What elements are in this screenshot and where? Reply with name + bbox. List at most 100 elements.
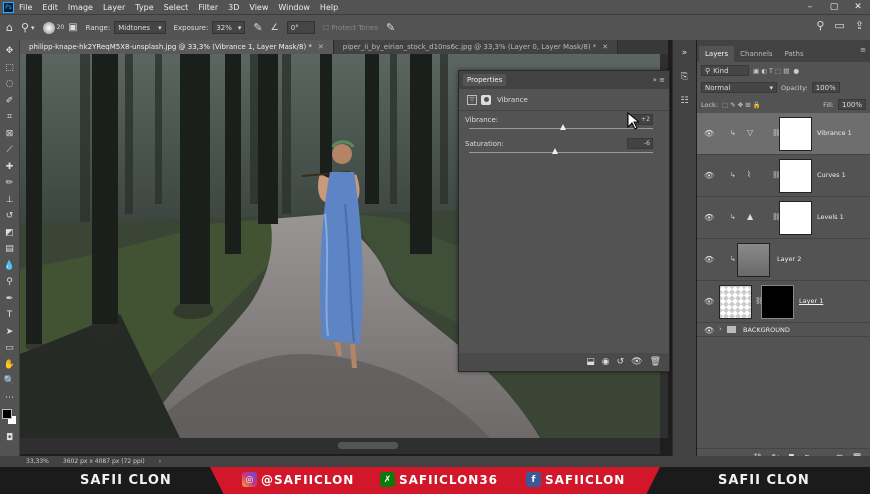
move-tool-icon[interactable]: ✥ [2,44,18,58]
layer-name[interactable]: Layer 1 [799,297,823,305]
layer-name[interactable]: Curves 1 [817,171,846,179]
menu-help[interactable]: Help [320,3,338,12]
healing-tool-icon[interactable]: ✚ [2,160,18,174]
layer-group-row[interactable]: 👁 › BACKGROUND [697,323,870,337]
history-brush-icon[interactable]: ↺ [2,209,18,223]
expand-arrow-icon[interactable]: › [719,325,722,333]
quick-select-tool-icon[interactable]: ✐ [2,94,18,108]
group-name[interactable]: BACKGROUND [743,326,790,334]
menu-filter[interactable]: Filter [198,3,218,12]
opacity-input[interactable]: 100% [811,82,840,93]
airbrush-icon[interactable]: ✎ [253,21,262,34]
lock-icons[interactable]: ⬚ ✎ ✥ ⊞ 🔒 [722,101,761,109]
saturation-track[interactable] [469,152,653,153]
eye-icon[interactable]: 👁 [704,213,714,222]
clip-to-layer-icon[interactable]: ⬓ [586,357,595,367]
layer-row[interactable]: 👁 ↳ ▲ ⛓ Levels 1 [697,197,870,239]
scroll-thumb[interactable] [338,442,398,449]
color-swatches[interactable] [1,409,18,427]
view-previous-icon[interactable]: ◉ [602,357,610,367]
search-icon[interactable]: ⚲ [816,19,824,32]
layer-mask-thumbnail[interactable] [779,201,812,235]
eye-icon[interactable]: 👁 [704,129,714,138]
zoom-level[interactable]: 33,33% [26,458,49,465]
eyedropper-tool-icon[interactable]: ⟋ [2,143,18,157]
home-icon[interactable]: ⌂ [6,21,13,34]
properties-panel-icon[interactable]: ☷ [678,94,692,108]
workspace-icon[interactable]: ▭ [834,19,844,32]
visibility-icon[interactable]: 👁 [631,357,642,367]
vibrance-slider-handle[interactable] [559,124,566,130]
hand-tool-icon[interactable]: ✋ [2,358,18,372]
tab-channels[interactable]: Channels [734,46,778,62]
share-icon[interactable]: ⇪ [855,19,864,32]
path-select-icon[interactable]: ➤ [2,325,18,339]
status-arrow-icon[interactable]: › [159,458,161,465]
menu-image[interactable]: Image [68,3,93,12]
saturation-value[interactable]: -6 [627,138,653,149]
layer-mask-thumbnail[interactable] [761,285,794,319]
protect-tones-checkbox[interactable]: ☐ Protect Tones [323,24,378,32]
blend-mode-select[interactable]: Normal ▾ [701,82,777,93]
layer-mask-thumbnail[interactable] [779,117,812,151]
menu-type[interactable]: Type [135,3,153,12]
eraser-tool-icon[interactable]: ◩ [2,226,18,240]
zoom-tool-icon[interactable]: 🔍 [2,374,18,388]
layer-thumbnail[interactable] [737,243,770,277]
menu-3d[interactable]: 3D [228,3,239,12]
close-icon[interactable]: ✕ [846,0,870,14]
stamp-tool-icon[interactable]: ⊥ [2,193,18,207]
horizontal-scrollbar[interactable] [20,438,660,454]
eye-icon[interactable]: 👁 [704,255,714,264]
menu-file[interactable]: File [19,3,32,12]
foreground-color[interactable] [1,409,12,419]
mask-icon[interactable] [481,94,491,105]
delete-icon[interactable]: 🗑 [650,357,661,367]
tab-document-2[interactable]: piper_ii_by_eirian_stock_d10ns6c.jpg @ 3… [333,40,619,54]
pressure-icon[interactable]: ✎ [386,21,395,34]
frame-tool-icon[interactable]: ⊠ [2,127,18,141]
saturation-slider-handle[interactable] [552,148,559,154]
minimize-icon[interactable]: – [798,0,822,14]
tab-document-1[interactable]: philipp-knape-hk2YReqM5X8-unsplash.jpg @… [20,40,334,54]
layer-row[interactable]: 👁 ⛓ Layer 1 [697,281,870,323]
marquee-tool-icon[interactable]: ⬚ [2,61,18,75]
eye-icon[interactable]: 👁 [704,297,714,306]
gradient-tool-icon[interactable]: ▤ [2,242,18,256]
tab-paths[interactable]: Paths [779,46,810,62]
filter-toggle-icon[interactable]: ● [793,67,799,75]
chevron-down-icon[interactable]: ▾ [31,24,35,32]
maximize-icon[interactable]: ▢ [822,0,846,14]
layer-name[interactable]: Layer 2 [777,255,801,263]
dodge-tool-icon[interactable]: ⚲ [2,275,18,289]
brush-settings-icon[interactable]: ▣ [68,22,77,33]
blur-tool-icon[interactable]: 💧 [2,259,18,273]
layer-row[interactable]: 👁 ↳ Layer 2 [697,239,870,281]
close-tab-icon[interactable]: ✕ [318,43,324,51]
exposure-input[interactable]: 32% ▾ [212,21,246,34]
menu-view[interactable]: View [249,3,268,12]
panel-menu-icon[interactable]: ≡ [860,46,866,54]
quick-mask-icon[interactable]: ◘ [2,431,18,445]
history-panel-icon[interactable]: ⎘ [678,70,692,84]
menu-layer[interactable]: Layer [103,3,125,12]
layer-row[interactable]: 👁 ↳ ▽ ⛓ Vibrance 1 [697,113,870,155]
brush-tool-icon[interactable]: ✏ [2,176,18,190]
reset-icon[interactable]: ↺ [617,357,625,367]
eye-icon[interactable]: 👁 [704,326,714,335]
type-tool-icon[interactable]: T [2,308,18,322]
layer-name[interactable]: Vibrance 1 [817,129,852,137]
menu-select[interactable]: Select [164,3,189,12]
menu-window[interactable]: Window [278,3,310,12]
angle-input[interactable]: 0° [286,21,315,34]
pen-tool-icon[interactable]: ✒ [2,292,18,306]
brush-preview[interactable] [42,21,55,34]
eye-icon[interactable]: 👁 [704,171,714,180]
layer-mask-thumbnail[interactable] [779,159,812,193]
layer-name[interactable]: Levels 1 [817,213,844,221]
tab-layers[interactable]: Layers [699,46,735,62]
range-select[interactable]: Midtones ▾ [114,21,166,34]
layer-thumbnail[interactable] [719,285,752,319]
angle-icon[interactable]: ∠ [271,23,279,33]
more-tools-icon[interactable]: ⋯ [2,391,18,405]
